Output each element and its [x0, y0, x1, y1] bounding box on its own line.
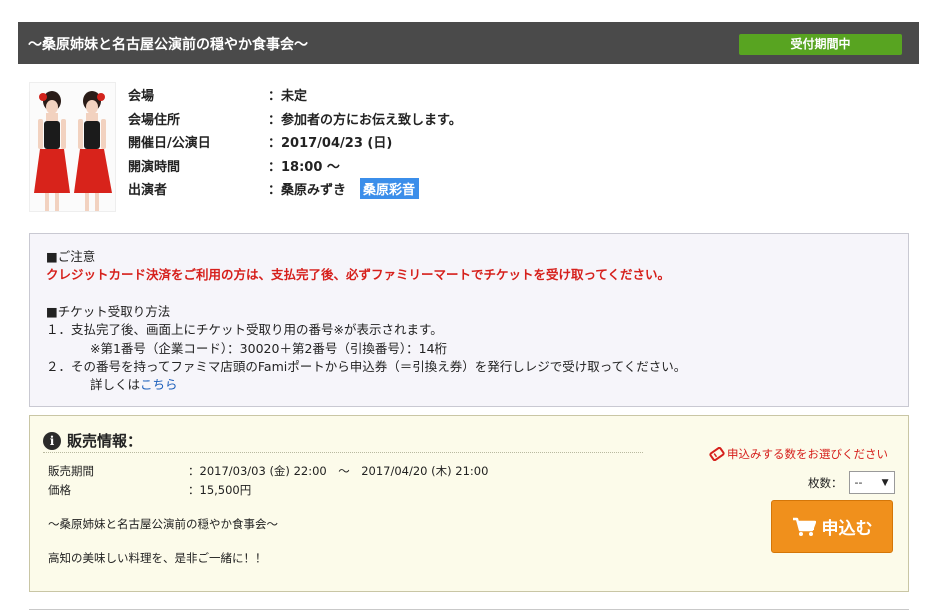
notice-warning: クレジットカード決済をご利用の方は、支払完了後、必ずファミリーマートでチケットを…	[46, 267, 671, 283]
details-prefix: 詳しくは	[90, 377, 141, 393]
info-icon: i	[43, 431, 61, 450]
info-row-start-time: 開演時間 ：18:00 ～	[128, 154, 462, 178]
details-line: 詳しくはこちら	[46, 376, 892, 394]
ticket-step-1: １．支払完了後、画面上にチケット受取り用の番号※が表示されます。	[46, 322, 443, 338]
details-link[interactable]: こちら	[140, 377, 178, 392]
performer-list: ：桑原みずき 桑原彩音	[268, 178, 420, 200]
info-label: 開催日/公演日	[128, 136, 211, 152]
info-value: ：未定	[268, 89, 308, 105]
event-header: ～桑原姉妹と名古屋公演前の穏やか食事会～ 受付期間中	[18, 22, 919, 64]
info-row-performers: 出演者 ：桑原みずき 桑原彩音	[128, 177, 462, 201]
ticket-step-2: ２．その番号を持ってファミマ店頭のFamiポートから申込券（＝引換え券）を発行し…	[46, 359, 687, 375]
sales-description-text: 高知の美味しい料理を、是非ご一緒に！！	[48, 551, 267, 565]
event-photo	[29, 82, 116, 212]
sales-period-label: 販売期間	[48, 464, 94, 478]
info-row-address: 会場住所 ：参加者の方にお伝え致します。	[128, 107, 462, 131]
sales-divider	[43, 452, 643, 453]
ticket-method-heading: ■チケット受取り方法	[46, 303, 171, 319]
info-label: 出演者	[128, 183, 168, 199]
info-value: ：参加者の方にお伝え致します。	[268, 112, 462, 128]
apply-button[interactable]: 申込む	[771, 500, 893, 553]
quantity-hint: 申込みする数をお選びください	[709, 446, 888, 462]
price-value: ：15,500円	[188, 483, 252, 497]
info-label: 会場住所	[128, 112, 181, 128]
quantity-row: 枚数： -- ▼	[808, 471, 895, 494]
info-value: ：2017/04/23 (日)	[268, 136, 393, 152]
apply-button-label: 申込む	[821, 519, 873, 539]
info-value: ：18:00 ～	[268, 159, 340, 175]
info-row-venue: 会場 ：未定	[128, 83, 462, 107]
performer-name-highlighted[interactable]: 桑原彩音	[360, 178, 420, 200]
sales-period-value: ：2017/03/03 (金) 22:00 ～ 2017/04/20 (木) 2…	[188, 464, 489, 478]
sales-info-box: i 販売情報： 販売期間 ：2017/03/03 (金) 22:00 ～ 201…	[29, 415, 909, 592]
quantity-label: 枚数：	[808, 475, 843, 490]
sales-title-text: 販売情報：	[67, 432, 143, 450]
sales-title: i 販売情報：	[43, 430, 142, 451]
ticket-step-1-note: ※第1番号（企業コード）：30020＋第2番号（引換番号）：14桁	[90, 340, 448, 356]
notice-heading: ■ご注意	[46, 249, 96, 264]
info-label: 会場	[128, 89, 155, 105]
event-title: ～桑原姉妹と名古屋公演前の穏やか食事会～	[28, 37, 308, 53]
ticket-icon	[709, 447, 725, 461]
dropdown-arrow-icon: ▼	[881, 477, 889, 488]
sales-description-title: ～桑原姉妹と名古屋公演前の穏やか食事会～	[48, 517, 278, 531]
section-divider	[29, 609, 909, 610]
price-label: 価格	[48, 483, 71, 497]
cart-icon	[792, 517, 816, 536]
event-info-list: 会場 ：未定 会場住所 ：参加者の方にお伝え致します。 開催日/公演日 ：201…	[128, 83, 462, 201]
status-badge: 受付期間中	[739, 34, 902, 55]
notice-box: ■ご注意 クレジットカード決済をご利用の方は、支払完了後、必ずファミリーマートで…	[29, 233, 909, 407]
sales-period-row: 販売期間 ：2017/03/03 (金) 22:00 ～ 2017/04/20 …	[48, 463, 488, 479]
price-row: 価格 ：15,500円	[48, 482, 251, 498]
info-row-date: 開催日/公演日 ：2017/04/23 (日)	[128, 130, 462, 154]
info-label: 開演時間	[128, 159, 181, 175]
quantity-value: --	[854, 476, 863, 489]
quantity-hint-text: 申込みする数をお選びください	[727, 447, 888, 461]
quantity-select[interactable]: -- ▼	[848, 471, 895, 494]
performer-name: ：桑原みずき	[268, 183, 347, 199]
